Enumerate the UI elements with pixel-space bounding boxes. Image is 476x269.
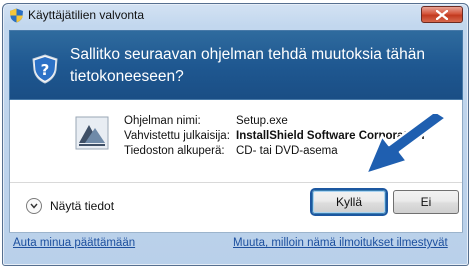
close-icon xyxy=(436,10,448,20)
no-button[interactable]: Ei xyxy=(393,190,459,214)
file-origin-value: CD- tai DVD-asema xyxy=(236,145,338,157)
pointer-arrow xyxy=(364,114,448,176)
divider xyxy=(10,182,462,183)
program-icon xyxy=(75,116,109,150)
yes-button[interactable]: Kyllä xyxy=(312,190,386,214)
footer-divider xyxy=(9,232,463,233)
close-button[interactable] xyxy=(421,6,463,23)
show-details-toggle[interactable] xyxy=(26,198,42,214)
file-origin-label: Tiedoston alkuperä: xyxy=(124,145,225,157)
title-bar: Käyttäjätilien valvonta xyxy=(3,4,468,28)
prompt-text: Sallitko seuraavan ohjelman tehdä muutok… xyxy=(70,46,426,85)
program-name-value: Setup.exe xyxy=(236,115,288,127)
svg-text:?: ? xyxy=(41,61,50,79)
help-me-decide-link[interactable]: Auta minua päättämään xyxy=(13,237,135,249)
prompt-banner: ? Sallitko seuraavan ohjelman tehdä muut… xyxy=(9,30,463,100)
program-name-label: Ohjelman nimi: xyxy=(124,115,201,127)
uac-shield-icon: ? xyxy=(32,54,58,84)
change-notification-settings-link[interactable]: Muuta, milloin nämä ilmoitukset ilmestyv… xyxy=(233,237,448,249)
window-title: Käyttäjätilien valvonta xyxy=(28,8,145,22)
uac-shield-icon xyxy=(10,8,23,23)
publisher-label: Vahvistettu julkaisija: xyxy=(124,130,230,142)
show-details-label[interactable]: Näytä tiedot xyxy=(50,199,114,213)
chevron-down-icon xyxy=(30,203,38,209)
